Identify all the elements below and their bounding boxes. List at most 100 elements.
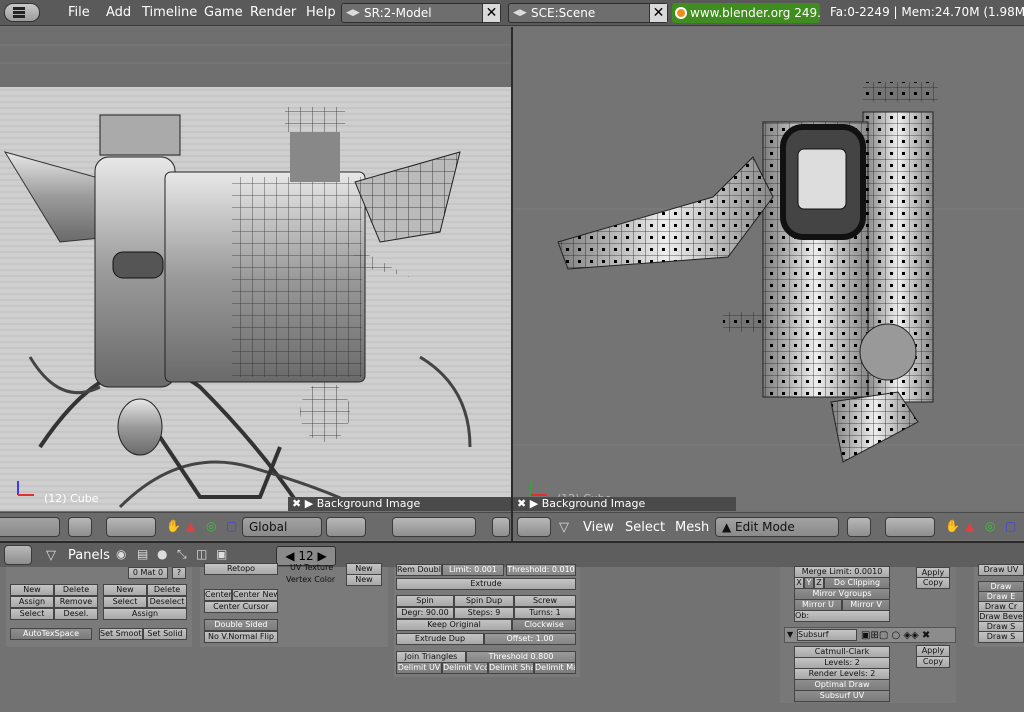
window-type-button[interactable] [4,3,40,22]
draw-type-selector[interactable] [0,517,60,537]
material-new-button[interactable]: New [10,584,54,596]
degr-field[interactable]: Degr: 90.00 [396,607,454,619]
extrude-button[interactable]: Extrude [396,578,576,590]
material-assign-button[interactable]: Assign [10,596,54,608]
scene-delete-icon[interactable]: ✕ [649,4,667,22]
material-deselect-button[interactable]: Desel. [54,608,98,620]
mirror-object-field[interactable]: Ob: [794,610,890,622]
autotexspace-toggle[interactable]: AutoTexSpace [10,628,92,640]
menu-select[interactable]: Select [625,520,665,535]
extrude-dup-button[interactable]: Extrude Dup [396,633,484,645]
shading-context-icon[interactable]: ● [157,547,173,563]
render-preview-button[interactable] [492,517,510,537]
bg-image-panel-right[interactable]: ✖ ▶ Background Image [513,497,736,511]
delimit-sharp-toggle[interactable]: Delimit Sha [488,662,534,674]
triangle-right-icon[interactable]: ▶ [305,497,313,510]
close-icon[interactable]: ✖ [517,497,526,510]
script-context-icon[interactable]: ▤ [137,547,153,563]
menu-timeline[interactable]: Timeline [142,5,197,20]
object-context-icon[interactable]: ⤡ [177,547,193,563]
menu-game[interactable]: Game [204,5,243,20]
frame-prev-icon[interactable]: ◀ [285,549,298,563]
viewport-right[interactable]: (12) Cube ✖ ▶ Background Image [513,27,1024,511]
vgroup-select-button[interactable]: Select [103,596,147,608]
subsurf-uv-toggle[interactable]: Subsurf UV [794,690,890,702]
draw-type-button[interactable] [847,517,871,537]
rem-doubles-button[interactable]: Rem Doubl [396,564,442,576]
delimit-mat-toggle[interactable]: Delimit Ma [534,662,576,674]
material-question-button[interactable]: ? [172,567,186,579]
draw-uv-toggle[interactable]: Draw UV [978,564,1024,576]
pivot-selector[interactable] [106,517,156,537]
layer-lock-button[interactable] [326,517,366,537]
screen-selector[interactable]: ◀▶ SR:2-Model ✕ [341,3,501,23]
rotate-manipulator-icon[interactable]: ◎ [206,519,222,535]
vgroup-new-button[interactable]: New [103,584,147,596]
frame-next-icon[interactable]: ▶ [317,549,326,563]
spin-button[interactable]: Spin [396,595,454,607]
viewport-right-canvas[interactable] [513,27,1024,511]
scale-manipulator-icon[interactable]: ▢ [226,519,242,535]
menu-help[interactable]: Help [306,5,336,20]
mode-selector[interactable]: ▲ Edit Mode [715,517,839,537]
mirror-copy-button[interactable]: Copy [916,577,950,589]
scale-manipulator-icon[interactable]: ▢ [1005,519,1021,535]
double-sided-toggle[interactable]: Double Sided [204,619,278,631]
center-new-button[interactable]: Center New [232,589,278,601]
scene-selector[interactable]: ◀▶ SCE:Scene ✕ [508,3,668,23]
scene-browse-icon[interactable]: ◀▶ [513,4,527,22]
center-cursor-button[interactable]: Center Cursor [204,601,278,613]
hand-icon[interactable]: ✋ [166,519,182,535]
hand-icon[interactable]: ✋ [945,519,961,535]
rotate-manipulator-icon[interactable]: ◎ [985,519,1001,535]
limit-field[interactable]: Limit: 0.001 [442,564,504,576]
threshold-top-field[interactable]: Threshold: 0.010 [506,564,576,576]
editing-context-icon[interactable]: ◫ [196,547,212,563]
collapse-menu-icon[interactable]: ▽ [46,548,56,563]
translate-manipulator-icon[interactable]: ▲ [186,519,202,535]
expand-triangle-icon[interactable]: ▼ [787,630,793,639]
menu-add[interactable]: Add [106,5,131,20]
subsurf-copy-button[interactable]: Copy [916,656,950,668]
window-type-button-3d[interactable] [517,517,551,537]
center-button[interactable]: Center [204,589,232,601]
screen-browse-icon[interactable]: ◀▶ [346,4,360,22]
material-index-field[interactable]: 0 Mat 0 [128,567,168,579]
collapse-menu-icon[interactable]: ▽ [559,520,569,535]
draw-sharp-toggle[interactable]: Draw S [978,631,1024,643]
vgroup-delete-button[interactable]: Delete [147,584,187,596]
close-icon[interactable]: ✖ [292,497,301,510]
menu-mesh[interactable]: Mesh [675,520,709,535]
screen-delete-icon[interactable]: ✕ [482,4,500,22]
select-mode-buttons[interactable] [392,517,476,537]
window-type-button-buttons[interactable] [4,545,32,565]
offset-field[interactable]: Offset: 1.00 [484,633,576,645]
material-select-button[interactable]: Select [10,608,54,620]
triangle-right-icon[interactable]: ▶ [530,497,538,510]
menu-view[interactable]: View [583,520,614,535]
subsurf-name-field[interactable]: Subsurf [797,629,857,641]
orientation-selector[interactable]: Global [242,517,322,537]
menu-file[interactable]: File [68,5,90,20]
screw-button[interactable]: Screw [514,595,576,607]
menu-render[interactable]: Render [250,5,296,20]
modifier-buttons-icons[interactable]: ▣⊞▢ ○ ◈◈ ✖ [861,630,930,641]
logic-context-icon[interactable]: ◉ [116,547,132,563]
object-mode-icon-button[interactable] [68,517,92,537]
delimit-uv-toggle[interactable]: Delimit UV [396,662,442,674]
vertex-color-new-button[interactable]: New [346,574,382,586]
viewport-left-canvas[interactable] [0,27,511,511]
blender-site-link[interactable]: www.blender.org 249.2 [672,3,820,23]
keep-original-toggle[interactable]: Keep Original [396,619,512,631]
spin-dup-button[interactable]: Spin Dup [454,595,514,607]
vgroup-assign-button[interactable]: Assign [103,608,187,620]
translate-manipulator-icon[interactable]: ▲ [965,519,981,535]
material-remove-button[interactable]: Remove [54,596,98,608]
panels-menu[interactable]: Panels [68,548,110,563]
bg-image-panel-left[interactable]: ✖ ▶ Background Image [288,497,511,511]
material-delete-button[interactable]: Delete [54,584,98,596]
delimit-vco-toggle[interactable]: Delimit Vco [442,662,488,674]
scene-context-icon[interactable]: ▣ [216,547,232,563]
clockwise-toggle[interactable]: Clockwise [512,619,576,631]
set-smooth-button[interactable]: Set Smooth [99,628,143,640]
